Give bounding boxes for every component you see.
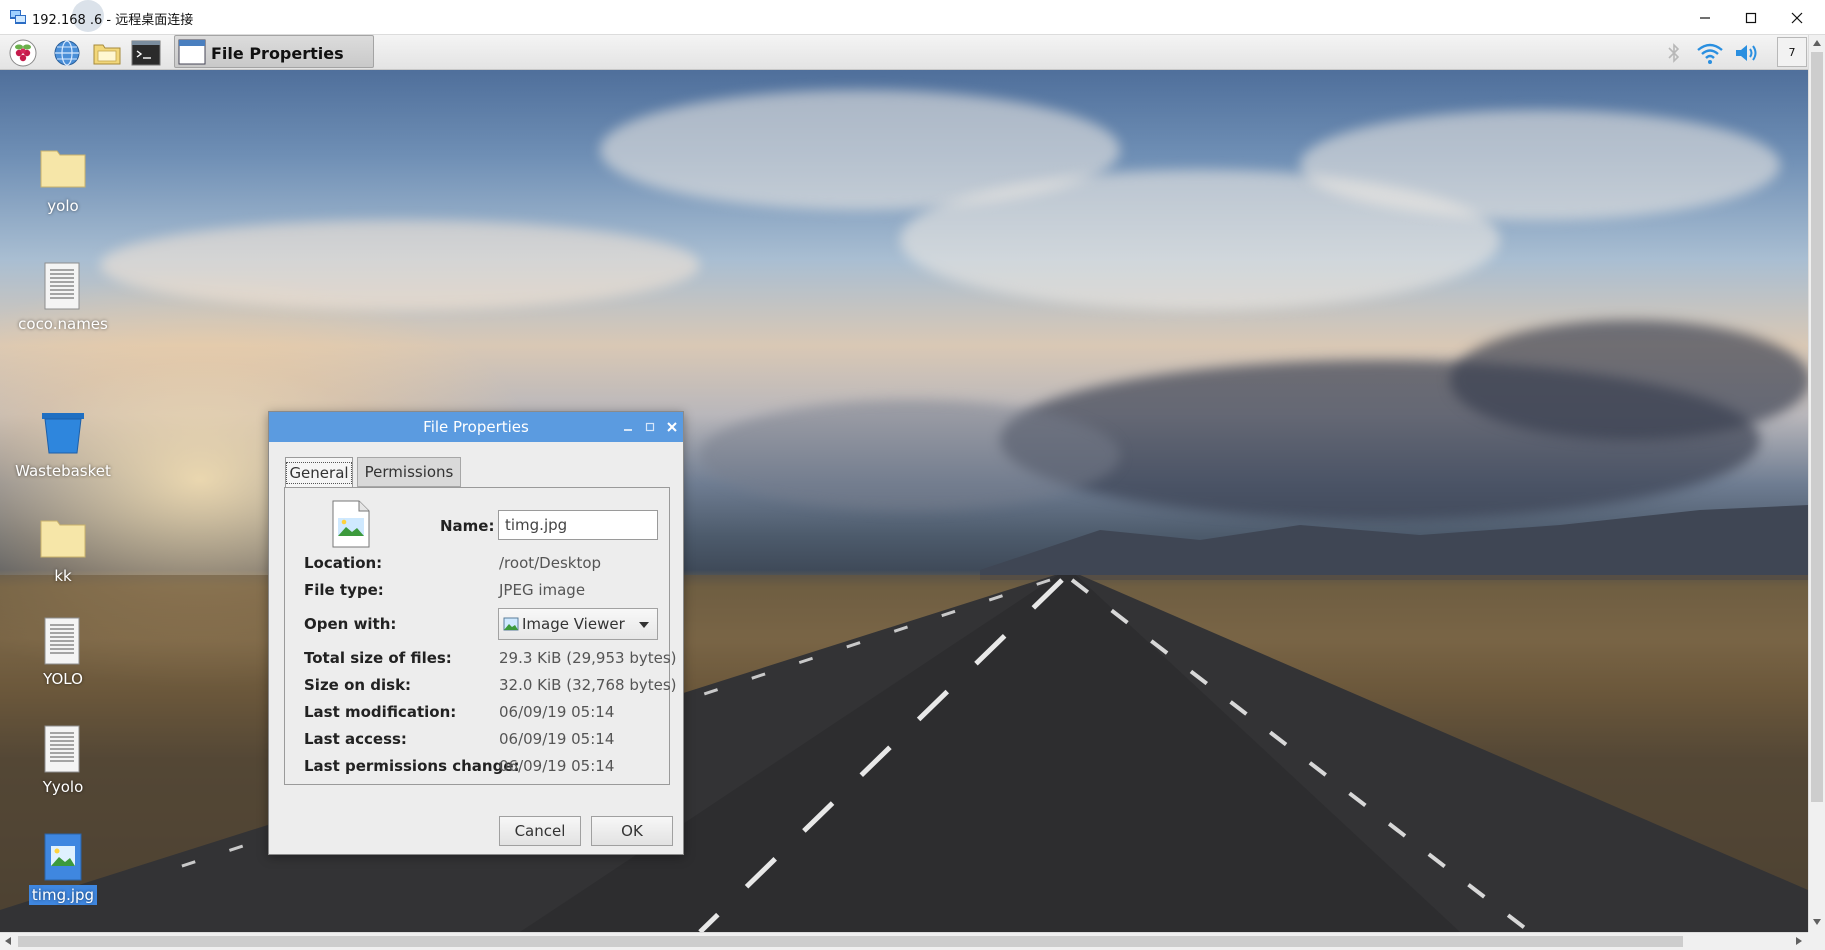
ok-button[interactable]: OK <box>591 816 673 846</box>
name-input[interactable] <box>498 510 658 540</box>
file-properties-dialog: File Properties General Permissions Name… <box>268 411 684 855</box>
close-button[interactable] <box>1774 0 1820 35</box>
total-size-label: Total size of files: <box>304 649 452 667</box>
close-icon <box>1791 12 1803 23</box>
last-access-value: 06/09/19 05:14 <box>499 730 615 748</box>
dialog-minimize-button[interactable] <box>619 418 637 436</box>
location-value: /root/Desktop <box>499 554 602 572</box>
taskbar-file-properties[interactable]: File Properties <box>174 35 374 68</box>
file-type-label: File type: <box>304 581 384 599</box>
image-file-icon <box>332 500 370 548</box>
desktop-icon-yolo[interactable]: yolo <box>8 142 118 216</box>
last-permissions-change-label: Last permissions change: <box>304 757 520 775</box>
open-with-select[interactable]: Image Viewer <box>498 608 658 640</box>
total-size-value: 29.3 KiB (29,953 bytes) <box>499 649 677 667</box>
scroll-left-icon[interactable] <box>5 937 11 945</box>
dialog-titlebar[interactable]: File Properties <box>269 412 683 442</box>
web-browser-icon <box>54 40 80 66</box>
minimize-icon <box>1700 16 1710 19</box>
raspberry-menu-icon <box>9 39 37 67</box>
bluetooth-button[interactable] <box>1664 39 1684 67</box>
location-label: Location: <box>304 554 383 572</box>
volume-button[interactable] <box>1733 39 1763 67</box>
dialog-close-button[interactable] <box>663 418 681 436</box>
tab-permissions[interactable]: Permissions <box>357 457 461 487</box>
size-on-disk-label: Size on disk: <box>304 676 412 694</box>
remote-desktop-icon <box>10 10 26 24</box>
web-browser-button[interactable] <box>52 38 82 68</box>
scroll-up-icon[interactable] <box>1813 40 1821 46</box>
cancel-button[interactable]: Cancel <box>499 816 581 846</box>
bluetooth-icon <box>1668 43 1680 63</box>
vertical-scrollbar[interactable] <box>1808 35 1825 932</box>
taskbar-button-label: File Properties <box>211 44 344 63</box>
folder-icon <box>40 520 86 558</box>
last-modification-value: 06/09/19 05:14 <box>499 703 615 721</box>
name-label: Name: <box>440 517 495 535</box>
scroll-down-icon[interactable] <box>1813 919 1821 925</box>
window-icon <box>178 39 206 65</box>
desktop[interactable]: yolo coco.names Wastebasket kk YOLO Yyol… <box>0 70 1808 932</box>
vertical-scroll-thumb[interactable] <box>1811 52 1823 802</box>
tab-general[interactable]: General <box>285 457 353 487</box>
minimize-button[interactable] <box>1682 0 1728 35</box>
trash-icon <box>42 413 84 454</box>
size-on-disk-value: 32.0 KiB (32,768 bytes) <box>499 676 677 694</box>
desktop-icon-timg-jpg[interactable]: timg.jpg <box>8 831 118 905</box>
desktop-icon-coco-names[interactable]: coco.names <box>8 260 118 334</box>
folder-icon <box>40 150 86 188</box>
file-manager-button[interactable] <box>92 38 122 68</box>
rdp-window-title: 192.168 .6 - 远程桌面连接 <box>32 13 194 28</box>
maximize-icon <box>645 422 655 432</box>
dialog-maximize-button[interactable] <box>641 418 659 436</box>
last-access-label: Last access: <box>304 730 407 748</box>
wifi-button[interactable] <box>1695 39 1725 67</box>
scroll-right-icon[interactable] <box>1796 937 1802 945</box>
top-panel: File Properties 7 <box>0 35 1808 70</box>
scrollbar-corner <box>1808 932 1825 950</box>
desktop-icon-kk[interactable]: kk <box>8 512 118 586</box>
horizontal-scroll-thumb[interactable] <box>18 936 1683 947</box>
desktop-icon-yyolo[interactable]: Yyolo <box>8 723 118 797</box>
file-manager-icon <box>93 44 121 65</box>
maximize-button[interactable] <box>1728 0 1774 35</box>
minimize-icon <box>624 429 632 431</box>
terminal-icon <box>131 40 161 66</box>
open-with-label: Open with: <box>304 615 397 633</box>
chevron-down-icon <box>639 622 649 628</box>
horizontal-scrollbar[interactable] <box>0 932 1808 950</box>
last-permissions-change-value: 06/09/19 05:14 <box>499 757 615 775</box>
rdp-titlebar: 192.168 .6 - 远程桌面连接 <box>0 0 1825 35</box>
panel-clock[interactable]: 7 <box>1777 37 1807 67</box>
desktop-icon-wastebasket[interactable]: Wastebasket <box>8 407 118 481</box>
terminal-button[interactable] <box>131 38 161 68</box>
close-icon <box>667 422 677 432</box>
text-file-icon <box>44 725 80 773</box>
text-file-icon <box>44 617 80 665</box>
image-viewer-icon <box>503 617 519 631</box>
file-type-value: JPEG image <box>499 581 586 599</box>
text-file-icon <box>44 262 80 310</box>
maximize-icon <box>1745 12 1757 23</box>
desktop-icon-yolo-text[interactable]: YOLO <box>8 615 118 689</box>
last-modification-label: Last modification: <box>304 703 457 721</box>
wifi-icon <box>1697 43 1723 64</box>
open-with-value: Image Viewer <box>522 615 625 633</box>
volume-icon <box>1736 45 1757 61</box>
image-file-icon <box>44 833 82 881</box>
raspberry-menu-button[interactable] <box>8 38 38 68</box>
